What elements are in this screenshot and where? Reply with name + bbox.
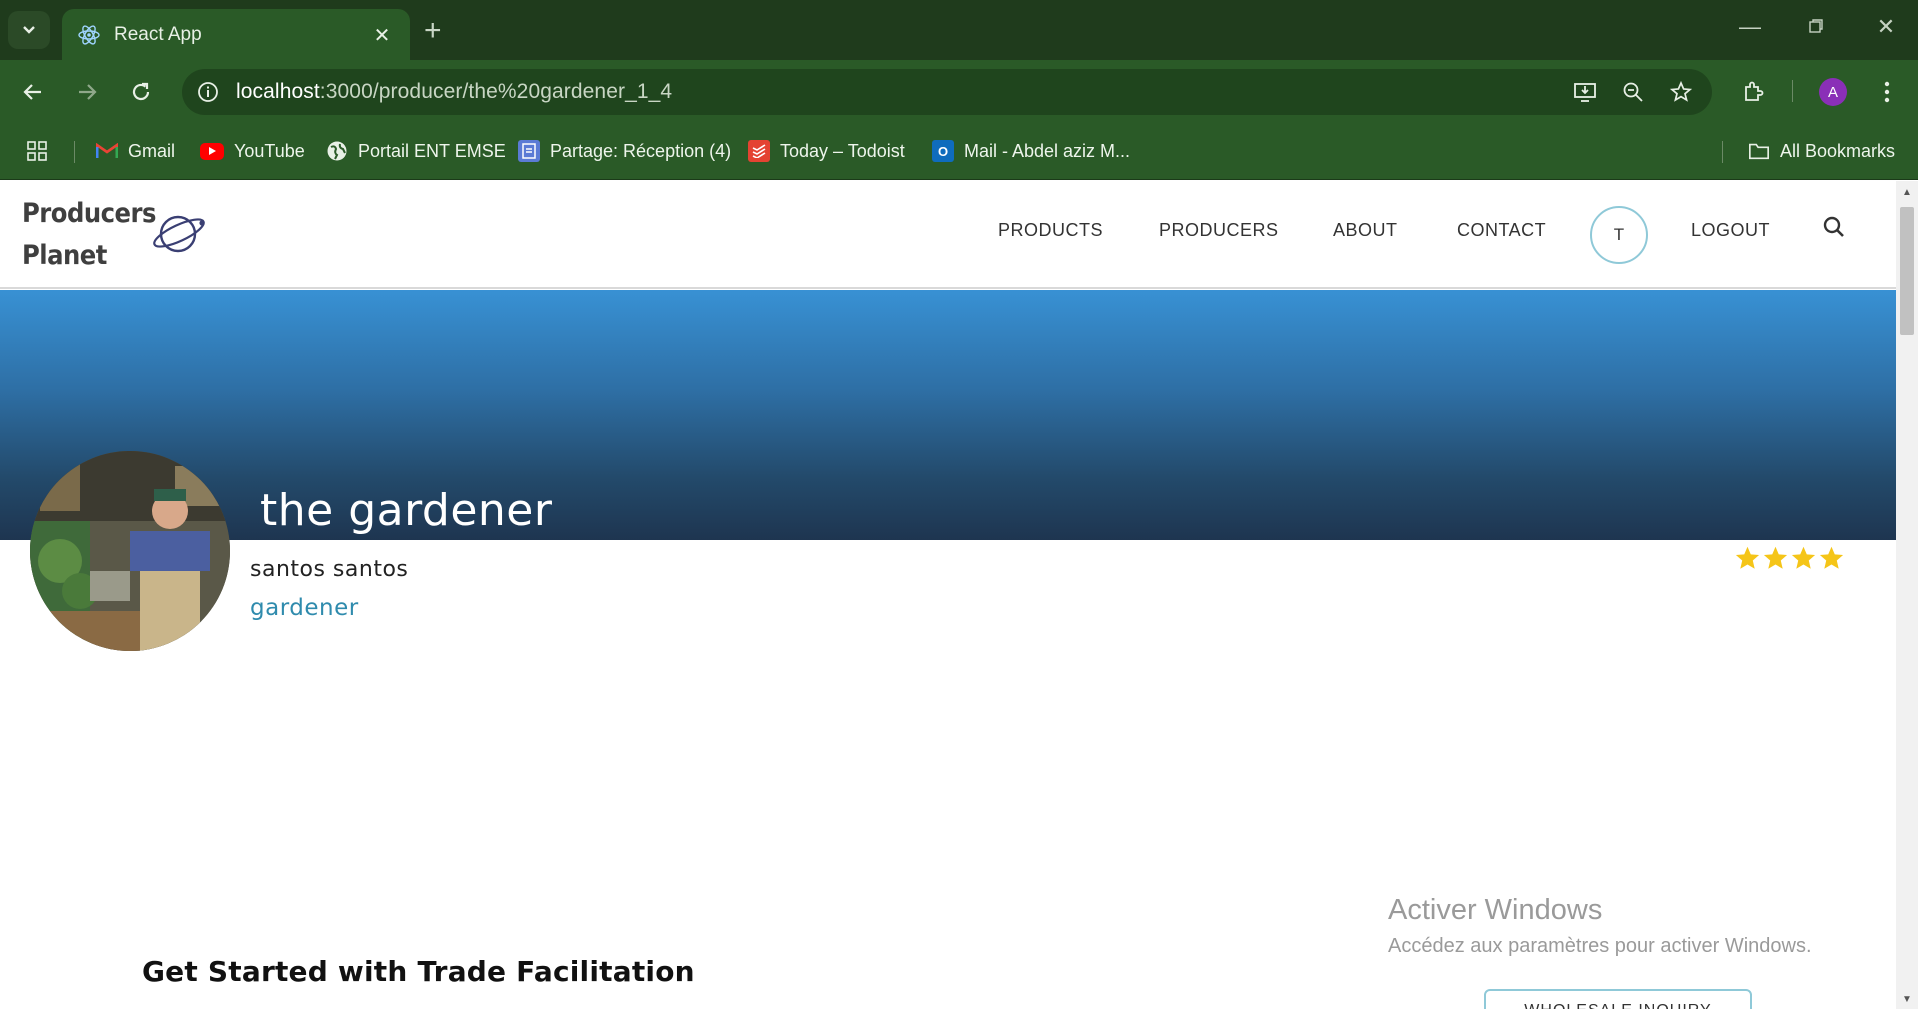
star-icon [1819, 546, 1844, 569]
address-bar[interactable]: localhost:3000/producer/the%20gardener_1… [182, 69, 1712, 115]
todoist-icon [748, 140, 770, 162]
bookmark-label: Gmail [128, 140, 176, 161]
zoom-icon[interactable] [1618, 77, 1648, 107]
nav-products[interactable]: PRODUCTS [998, 220, 1103, 241]
close-tab-icon[interactable]: ✕ [370, 23, 394, 48]
producer-photo [30, 451, 230, 651]
logo-line-1: Producers [22, 198, 156, 229]
wholesale-inquiry-button[interactable]: WHOLESALE INQUIRY [1484, 989, 1752, 1009]
react-icon [78, 24, 100, 46]
bookmark-todoist[interactable]: Today – Todoist [748, 136, 905, 166]
globe-icon [326, 140, 348, 162]
apps-grid-icon[interactable] [26, 136, 48, 166]
scroll-up-icon[interactable]: ▲ [1902, 187, 1912, 198]
bookmark-youtube[interactable]: YouTube [200, 136, 305, 166]
section-title: Get Started with Trade Facilitation [142, 955, 695, 988]
windows-activation-subtitle: Accédez aux paramètres pour activer Wind… [1388, 935, 1812, 957]
extensions-icon[interactable] [1736, 75, 1770, 109]
url-text: localhost:3000/producer/the%20gardener_1… [236, 80, 672, 104]
profile-button[interactable]: A [1816, 75, 1850, 109]
gmail-icon [96, 140, 118, 162]
minimize-icon[interactable]: — [1730, 14, 1770, 40]
page-scrollbar[interactable]: ▲ ▼ [1896, 181, 1918, 1009]
bookmark-mail[interactable]: O Mail - Abdel aziz M... [932, 136, 1130, 166]
logo-line-2: Planet [22, 240, 107, 271]
scroll-thumb[interactable] [1900, 207, 1914, 335]
star-icon [1791, 546, 1816, 569]
close-window-icon[interactable]: ✕ [1866, 14, 1906, 40]
page-viewport: Producers Planet PRODUCTS PRODUCERS ABOU… [0, 181, 1896, 1009]
windows-activation-title: Activer Windows [1388, 894, 1603, 926]
restore-icon[interactable] [1796, 14, 1836, 40]
star-rating [1734, 545, 1845, 572]
tab-search-button[interactable] [8, 11, 50, 49]
active-tab[interactable]: React App ✕ [62, 9, 410, 61]
menu-kebab-icon[interactable] [1870, 75, 1904, 109]
profile-avatar: A [1819, 78, 1847, 106]
bookmark-gmail[interactable]: Gmail [96, 136, 175, 166]
partage-icon [518, 140, 540, 162]
toolbar-divider [1792, 80, 1793, 102]
site-info-icon[interactable] [194, 78, 222, 106]
outlook-icon: O [932, 140, 954, 162]
bookmark-label: Mail - Abdel aziz M... [964, 140, 1131, 161]
bookmark-label: YouTube [234, 140, 305, 161]
bookmark-portail-ent[interactable]: Portail ENT EMSE [326, 136, 506, 166]
producer-type: gardener [250, 595, 359, 621]
folder-icon [1748, 140, 1770, 162]
scroll-down-icon[interactable]: ▼ [1902, 994, 1912, 1005]
site-logo[interactable]: Producers Planet [22, 193, 156, 277]
producer-name: the gardener [260, 485, 553, 536]
youtube-icon [200, 142, 224, 160]
search-icon[interactable] [1822, 215, 1846, 244]
nav-contact[interactable]: CONTACT [1457, 220, 1546, 241]
tab-strip: React App ✕ + — ✕ [0, 0, 1918, 61]
site-header: Producers Planet PRODUCTS PRODUCERS ABOU… [0, 181, 1896, 289]
planet-icon [153, 215, 205, 253]
tab-title: React App [114, 24, 202, 45]
nav-logout[interactable]: LOGOUT [1691, 220, 1770, 241]
star-icon [1735, 546, 1760, 569]
forward-icon[interactable] [70, 75, 104, 109]
reload-icon[interactable] [124, 75, 158, 109]
bookmark-label: Today – Todoist [780, 140, 905, 161]
bookmark-label: Partage: Réception (4) [550, 140, 732, 161]
bookmark-partage[interactable]: Partage: Réception (4) [518, 136, 731, 166]
nav-producers[interactable]: PRODUCERS [1159, 220, 1279, 241]
bookmark-label: Portail ENT EMSE [358, 140, 506, 161]
new-tab-button[interactable]: + [424, 14, 442, 48]
url-path: :3000/producer/the%20gardener_1_4 [319, 80, 673, 103]
owner-name: santos santos [250, 557, 409, 582]
user-avatar-button[interactable]: T [1590, 206, 1648, 264]
bookmarks-divider [1722, 141, 1723, 163]
install-app-icon[interactable] [1570, 77, 1600, 107]
chevron-down-icon [23, 26, 35, 34]
bookmarks-bar: Gmail YouTube Portail ENT EMSE Partage: … [0, 122, 1918, 180]
nav-about[interactable]: ABOUT [1333, 220, 1398, 241]
browser-toolbar: localhost:3000/producer/the%20gardener_1… [0, 60, 1918, 122]
all-bookmarks-label: All Bookmarks [1780, 140, 1896, 161]
all-bookmarks[interactable]: All Bookmarks [1748, 136, 1895, 166]
bookmark-star-icon[interactable] [1666, 77, 1696, 107]
url-host: localhost [236, 80, 320, 103]
star-icon [1763, 546, 1788, 569]
back-icon[interactable] [16, 75, 50, 109]
bookmarks-divider [74, 141, 75, 163]
